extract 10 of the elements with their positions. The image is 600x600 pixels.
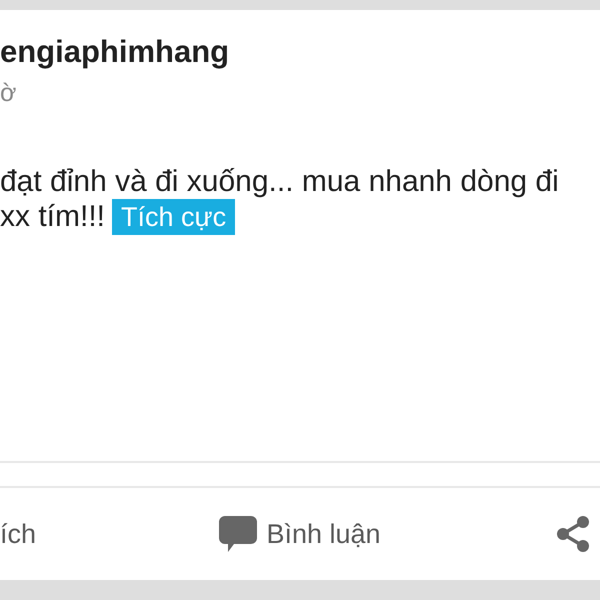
share-button[interactable] [556,516,590,552]
comment-button[interactable]: Bình luận [219,516,381,552]
post-text: xx tím!!! [0,200,105,234]
author-name: engiaphimhang [0,34,230,70]
speech-bubble-icon [219,516,258,552]
sentiment-tag: Tích cực [112,199,236,235]
post-time: ờ [0,78,16,108]
post-text: đạt đỉnh và đi xuống... mua nhanh dòng đi [0,165,559,199]
like-button[interactable]: ích [0,518,36,550]
share-icon [556,516,590,552]
